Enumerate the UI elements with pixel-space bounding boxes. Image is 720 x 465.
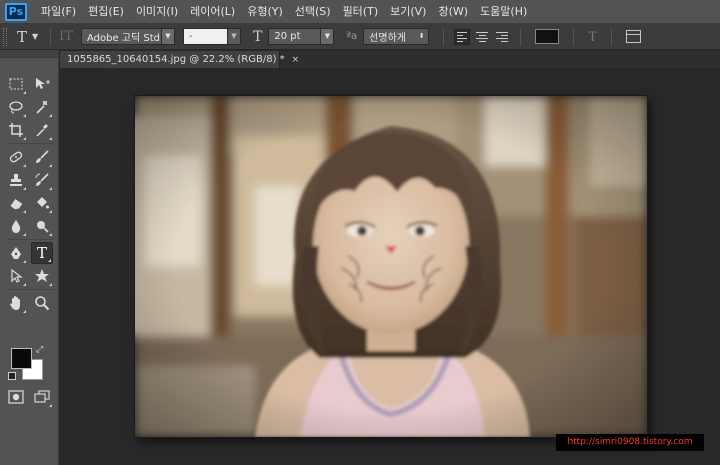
font-style-value: - <box>188 31 193 42</box>
document-tab-bar: 1055865_10640154.jpg @ 22.2% (RGB/8) * × <box>60 51 720 68</box>
move-icon[interactable] <box>31 73 53 95</box>
separator <box>520 27 522 46</box>
menu-filter[interactable]: 필터(T) <box>337 0 385 24</box>
font-style-select[interactable]: - ▼ <box>182 28 241 45</box>
dodge-icon[interactable] <box>31 215 53 237</box>
font-family-select[interactable]: Adobe 고딕 Std ▼ <box>80 28 175 45</box>
text-orientation-icon[interactable]: IT <box>59 29 73 44</box>
tool-preset-picker[interactable]: T ▼ <box>17 28 38 46</box>
shape-icon[interactable] <box>31 265 53 287</box>
separator <box>573 27 575 46</box>
menu-select[interactable]: 선택(S) <box>289 0 337 24</box>
options-bar-grip[interactable] <box>3 27 7 46</box>
foreground-color-swatch[interactable] <box>11 348 32 369</box>
pen-icon[interactable] <box>5 242 27 264</box>
path-selection-icon[interactable] <box>5 265 27 287</box>
close-icon[interactable]: × <box>292 55 300 65</box>
document-tab[interactable]: 1055865_10640154.jpg @ 22.2% (RGB/8) * × <box>60 51 299 68</box>
text-align-group <box>454 28 510 45</box>
swap-colors-icon[interactable]: ⤢ <box>36 345 43 355</box>
antialias-icon: ªa <box>346 31 358 42</box>
workspace <box>60 68 720 465</box>
document-tab-title: 1055865_10640154.jpg @ 22.2% (RGB/8) * <box>67 54 285 65</box>
options-bar: T ▼ IT Adobe 고딕 Std ▼ - ▼ T 20 pt ▼ ªa 선명… <box>0 24 720 50</box>
chevron-down-icon[interactable]: ▼ <box>160 29 174 44</box>
menu-file[interactable]: 파일(F) <box>35 0 82 24</box>
document-canvas[interactable] <box>135 96 647 437</box>
menu-bar: Ps 파일(F) 편집(E) 이미지(I) 레이어(L) 유형(Y) 선택(S)… <box>0 0 720 24</box>
separator <box>443 27 445 46</box>
blur-icon[interactable] <box>5 215 27 237</box>
screen-mode-icon[interactable] <box>31 386 53 408</box>
eraser-icon[interactable] <box>5 192 27 214</box>
eyedropper-icon[interactable] <box>31 119 53 141</box>
menu-type[interactable]: 유형(Y) <box>241 0 289 24</box>
hand-icon[interactable] <box>5 292 27 314</box>
toolbox: T ⤢ <box>0 50 59 465</box>
history-brush-icon[interactable] <box>31 169 53 191</box>
menu-window[interactable]: 창(W) <box>432 0 474 24</box>
canvas-photo <box>135 96 647 437</box>
menu-view[interactable]: 보기(V) <box>384 0 432 24</box>
magic-wand-icon[interactable] <box>31 96 53 118</box>
zoom-icon[interactable] <box>31 292 53 314</box>
align-right-button[interactable] <box>494 29 510 45</box>
align-center-button[interactable] <box>474 29 490 45</box>
chevron-down-icon[interactable]: ▼ <box>226 29 240 44</box>
menu-edit[interactable]: 편집(E) <box>82 0 130 24</box>
menu-layer[interactable]: 레이어(L) <box>184 0 241 24</box>
text-color-swatch[interactable] <box>535 29 560 44</box>
separator <box>610 27 612 46</box>
font-size-select[interactable]: 20 pt ▼ <box>268 28 335 45</box>
menu-help[interactable]: 도움말(H) <box>474 0 533 24</box>
default-colors-icon[interactable] <box>8 372 16 380</box>
paint-bucket-icon[interactable] <box>31 192 53 214</box>
text-tool-icon: T <box>17 27 28 46</box>
menu-image[interactable]: 이미지(I) <box>130 0 184 24</box>
stamp-icon[interactable] <box>5 169 27 191</box>
separator <box>50 27 52 46</box>
toolbox-divider <box>6 143 54 144</box>
antialias-select[interactable]: 선명하게 ⬍ <box>363 28 430 45</box>
align-left-button[interactable] <box>454 28 471 45</box>
font-size-value: 20 pt <box>274 31 301 42</box>
toolbox-header[interactable] <box>0 50 58 58</box>
healing-brush-icon[interactable] <box>5 146 27 168</box>
lasso-icon[interactable] <box>5 96 27 118</box>
chevron-updown-icon: ⬍ <box>415 29 429 44</box>
antialias-value: 선명하게 <box>369 33 406 44</box>
chevron-down-icon: ▼ <box>32 32 39 41</box>
crop-icon[interactable] <box>5 119 27 141</box>
photoshop-logo-icon: Ps <box>5 2 27 21</box>
toolbox-divider <box>6 289 54 290</box>
quick-mask-icon[interactable] <box>5 386 27 408</box>
chevron-down-icon[interactable]: ▼ <box>320 29 334 44</box>
watermark-url: http://simri0908.tistory.com <box>556 434 704 451</box>
font-size-icon: T <box>252 28 263 45</box>
warp-text-icon[interactable]: Ⲧ <box>588 29 597 45</box>
brush-icon[interactable] <box>31 146 53 168</box>
toolbox-divider <box>6 239 54 240</box>
type-icon[interactable]: T <box>31 242 53 264</box>
character-panel-icon[interactable] <box>625 30 641 43</box>
marquee-icon[interactable] <box>5 73 27 95</box>
font-family-value: Adobe 고딕 Std <box>86 33 160 44</box>
